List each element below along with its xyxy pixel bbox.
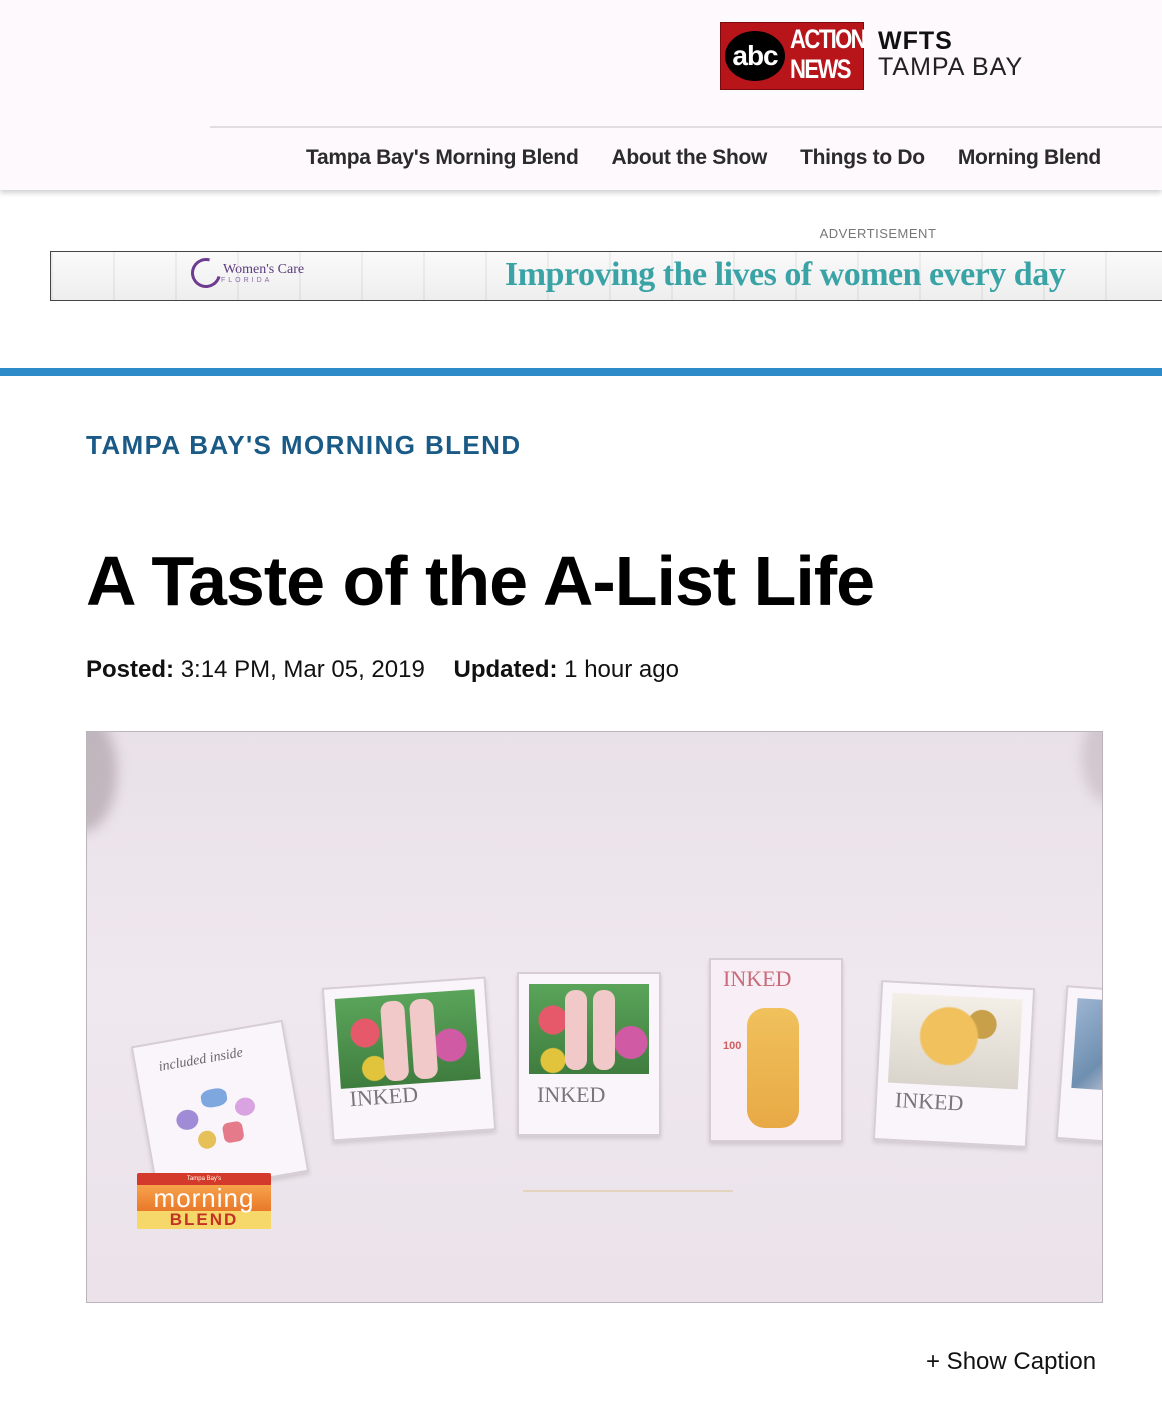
card-brand: INKED [348, 1081, 419, 1112]
ad-banner[interactable]: Women's Care FLORIDA Improving the lives… [50, 251, 1162, 301]
updated-label: Updated: [453, 656, 558, 683]
video-player[interactable]: included inside INKED INKED INKED 100 IN… [86, 731, 1103, 1303]
card-photo [334, 989, 481, 1089]
section-divider [0, 368, 1162, 376]
article-title: A Taste of the A-List Life [86, 542, 875, 620]
station-call-sign: WFTS [878, 27, 953, 55]
show-caption-toggle[interactable]: + Show Caption [926, 1348, 1096, 1376]
product-card [1055, 985, 1102, 1145]
main-nav: Tampa Bay's Morning Blend About the Show… [306, 146, 1134, 170]
product-card: INKED [872, 980, 1036, 1148]
video-shadow [87, 732, 117, 832]
product-card: INKED 100 [709, 958, 843, 1142]
station-market: TAMPA BAY [878, 53, 1024, 81]
card-brand: INKED [537, 1082, 606, 1107]
table-edge [523, 1190, 733, 1192]
ad-brand-logo: Women's Care FLORIDA [185, 252, 305, 294]
station-name: WFTS TAMPA BAY [878, 28, 1023, 80]
nav-item-morning-blend-home[interactable]: Tampa Bay's Morning Blend [306, 146, 579, 170]
nav-divider [210, 126, 1162, 128]
card-photo [887, 992, 1023, 1090]
card-photo [529, 984, 649, 1074]
news-word: NEWS [790, 54, 851, 84]
advertisement-label: ADVERTISEMENT [819, 226, 937, 241]
watermark-bot: BLEND [137, 1211, 271, 1229]
action-news-wordmark: ACTION NEWS [790, 24, 867, 84]
abc-logo-mark: abc [725, 31, 785, 81]
watermark-mid: morning [137, 1185, 271, 1211]
product-card: INKED [517, 972, 661, 1136]
card-text: included inside [157, 1045, 245, 1075]
station-logo[interactable]: abc ACTION NEWS WFTS TAMPA BAY [720, 22, 1023, 92]
card-brand: INKED [894, 1086, 965, 1116]
card-photo [1071, 998, 1102, 1093]
card-illustration [171, 1077, 272, 1162]
card-count: 100 [723, 1040, 742, 1052]
abc-action-news-logo: abc ACTION NEWS [720, 22, 867, 90]
card-illustration [747, 1008, 799, 1128]
ad-brand-text: Women's Care FLORIDA [221, 261, 305, 284]
action-word: ACTION [790, 24, 867, 54]
womens-care-logo-icon [185, 252, 227, 294]
article-byline: Posted: 3:14 PM, Mar 05, 2019 Updated: 1… [86, 656, 679, 684]
posted-label: Posted: [86, 656, 175, 683]
ad-slogan: Improving the lives of women every day [505, 256, 1066, 293]
product-card: INKED [321, 976, 497, 1142]
video-shadow [1082, 732, 1102, 802]
site-header: abc ACTION NEWS WFTS TAMPA BAY Tampa Bay… [0, 0, 1162, 190]
morning-blend-watermark: Tampa Bay's morning BLEND [137, 1173, 271, 1235]
nav-item-morning-blend[interactable]: Morning Blend [958, 146, 1101, 170]
updated-time: 1 hour ago [564, 656, 679, 683]
product-card: included inside [130, 1019, 310, 1199]
card-brand: INKED [723, 966, 792, 991]
section-link[interactable]: TAMPA BAY'S MORNING BLEND [86, 430, 522, 461]
nav-item-things-to-do[interactable]: Things to Do [800, 146, 925, 170]
posted-date: 3:14 PM, Mar 05, 2019 [180, 656, 425, 683]
ad-brand-name: Women's Care [223, 261, 305, 277]
nav-item-about-the-show[interactable]: About the Show [611, 146, 767, 170]
ad-brand-sub: FLORIDA [221, 276, 273, 284]
